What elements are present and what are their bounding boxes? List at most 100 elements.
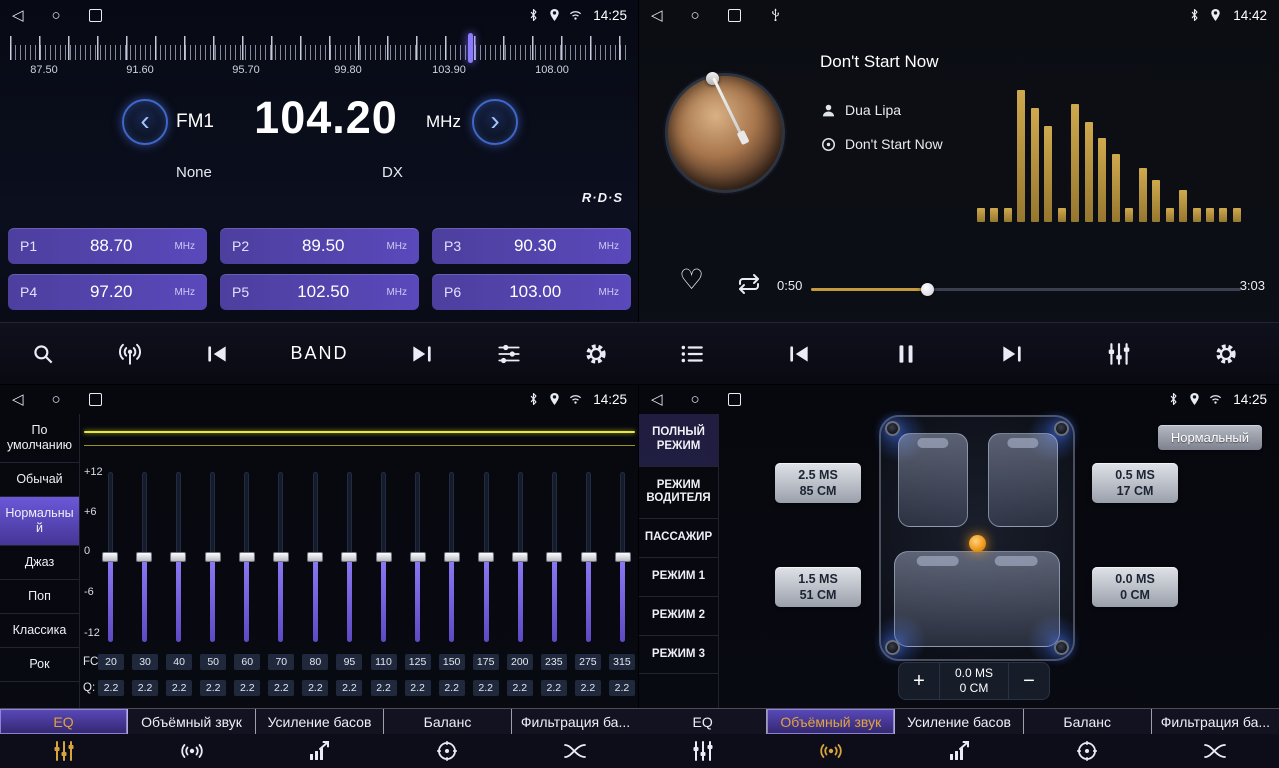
previous-station-button[interactable]	[204, 341, 230, 367]
frequency-scale[interactable]	[10, 36, 627, 60]
preset-button[interactable]: P4 97.20 MHz	[8, 274, 207, 310]
slider-handle[interactable]	[273, 552, 289, 562]
home-icon[interactable]: ○	[52, 392, 61, 407]
eq-band-slider[interactable]	[577, 472, 601, 642]
listening-mode-item[interactable]: РЕЖИМ 3	[639, 636, 718, 675]
eq-band-slider[interactable]	[611, 472, 635, 642]
tune-down-button[interactable]: ‹	[122, 99, 168, 145]
back-icon[interactable]: ◁	[12, 392, 24, 407]
decrease-delay-button[interactable]: −	[1009, 663, 1049, 699]
eq-band-slider[interactable]	[508, 472, 532, 642]
audio-tab[interactable]: Фильтрация ба...	[1152, 709, 1279, 734]
audio-tab[interactable]: Объёмный звук	[767, 709, 895, 734]
scan-search-button[interactable]	[30, 341, 56, 367]
eq-band-slider[interactable]	[201, 472, 225, 642]
tab-eq-icon-button[interactable]	[0, 734, 128, 768]
eq-preset-item[interactable]: По умолчанию	[0, 414, 79, 463]
eq-band-slider[interactable]	[406, 472, 430, 642]
home-icon[interactable]: ○	[691, 392, 700, 407]
tab-bass-icon-button[interactable]	[895, 734, 1023, 768]
favorite-button[interactable]: ♡	[679, 266, 704, 294]
slider-handle[interactable]	[102, 552, 118, 562]
effects-button[interactable]	[496, 341, 522, 367]
speaker-delay-button[interactable]: 2.5 MS 85 CM	[775, 463, 861, 503]
eq-band-slider[interactable]	[440, 472, 464, 642]
settings-button[interactable]	[583, 341, 609, 367]
next-station-button[interactable]	[409, 341, 435, 367]
preset-button[interactable]: P5 102.50 MHz	[220, 274, 419, 310]
eq-band-slider[interactable]	[474, 472, 498, 642]
listening-mode-item[interactable]: РЕЖИМ 1	[639, 558, 718, 597]
slider-handle[interactable]	[546, 552, 562, 562]
speaker-delay-button[interactable]: 0.5 MS 17 CM	[1092, 463, 1178, 503]
speaker-delay-button[interactable]: 1.5 MS 51 CM	[775, 567, 861, 607]
pause-button[interactable]	[893, 341, 919, 367]
audio-tab[interactable]: Баланс	[1024, 709, 1152, 734]
slider-handle[interactable]	[444, 552, 460, 562]
progress-knob[interactable]	[921, 283, 934, 296]
slider-handle[interactable]	[512, 552, 528, 562]
equalizer-button[interactable]	[1106, 341, 1132, 367]
slider-handle[interactable]	[170, 552, 186, 562]
recents-icon[interactable]	[728, 9, 741, 22]
slider-handle[interactable]	[410, 552, 426, 562]
audio-tab[interactable]: EQ	[639, 709, 767, 734]
eq-preset-item[interactable]: Нормальный	[0, 497, 79, 546]
preset-button[interactable]: P6 103.00 MHz	[432, 274, 631, 310]
slider-handle[interactable]	[205, 552, 221, 562]
tune-up-button[interactable]: ›	[472, 99, 518, 145]
slider-handle[interactable]	[478, 552, 494, 562]
playlist-button[interactable]	[679, 341, 705, 367]
recents-icon[interactable]	[89, 9, 102, 22]
recents-icon[interactable]	[728, 393, 741, 406]
tab-balance-icon-button[interactable]	[383, 734, 511, 768]
field-preset-button[interactable]: Нормальный	[1158, 425, 1262, 450]
home-icon[interactable]: ○	[691, 8, 700, 23]
slider-handle[interactable]	[341, 552, 357, 562]
next-track-button[interactable]	[999, 341, 1025, 367]
slider-handle[interactable]	[615, 552, 631, 562]
eq-band-slider[interactable]	[269, 472, 293, 642]
eq-preset-item[interactable]: Обычай	[0, 463, 79, 497]
preset-button[interactable]: P1 88.70 MHz	[8, 228, 207, 264]
tab-filter-icon-button[interactable]	[511, 734, 639, 768]
slider-handle[interactable]	[307, 552, 323, 562]
tab-surround-icon-button[interactable]	[767, 734, 895, 768]
slider-handle[interactable]	[136, 552, 152, 562]
eq-band-slider[interactable]	[372, 472, 396, 642]
eq-band-slider[interactable]	[542, 472, 566, 642]
eq-preset-item[interactable]: Классика	[0, 614, 79, 648]
slider-handle[interactable]	[239, 552, 255, 562]
tab-balance-icon-button[interactable]	[1023, 734, 1151, 768]
eq-preset-item[interactable]: Рок	[0, 648, 79, 682]
settings-button[interactable]	[1213, 341, 1239, 367]
preset-button[interactable]: P2 89.50 MHz	[220, 228, 419, 264]
eq-band-slider[interactable]	[235, 472, 259, 642]
eq-band-slider[interactable]	[303, 472, 327, 642]
eq-band-slider[interactable]	[132, 472, 156, 642]
audio-tab[interactable]: Объёмный звук	[128, 709, 256, 734]
eq-band-slider[interactable]	[337, 472, 361, 642]
audio-tab[interactable]: EQ	[0, 709, 128, 734]
tab-bass-icon-button[interactable]	[256, 734, 384, 768]
repeat-button[interactable]	[737, 272, 761, 296]
eq-band-slider[interactable]	[166, 472, 190, 642]
listening-mode-item[interactable]: РЕЖИМ ВОДИТЕЛЯ	[639, 467, 718, 520]
broadcast-button[interactable]	[117, 341, 143, 367]
increase-delay-button[interactable]: +	[899, 663, 939, 699]
listening-mode-item[interactable]: РЕЖИМ 2	[639, 597, 718, 636]
tab-eq-icon-button[interactable]	[639, 734, 767, 768]
eq-preset-item[interactable]: Джаз	[0, 546, 79, 580]
audio-tab[interactable]: Усиление басов	[895, 709, 1023, 734]
band-button[interactable]: BAND	[290, 343, 348, 364]
audio-tab[interactable]: Баланс	[384, 709, 512, 734]
slider-handle[interactable]	[581, 552, 597, 562]
listening-position-marker[interactable]	[969, 535, 986, 552]
back-icon[interactable]: ◁	[651, 8, 663, 23]
audio-tab[interactable]: Усиление басов	[256, 709, 384, 734]
back-icon[interactable]: ◁	[12, 8, 24, 23]
previous-track-button[interactable]	[786, 341, 812, 367]
speaker-delay-button[interactable]: 0.0 MS 0 CM	[1092, 567, 1178, 607]
listening-mode-item[interactable]: ПАССАЖИР	[639, 519, 718, 558]
audio-tab[interactable]: Фильтрация ба...	[512, 709, 639, 734]
